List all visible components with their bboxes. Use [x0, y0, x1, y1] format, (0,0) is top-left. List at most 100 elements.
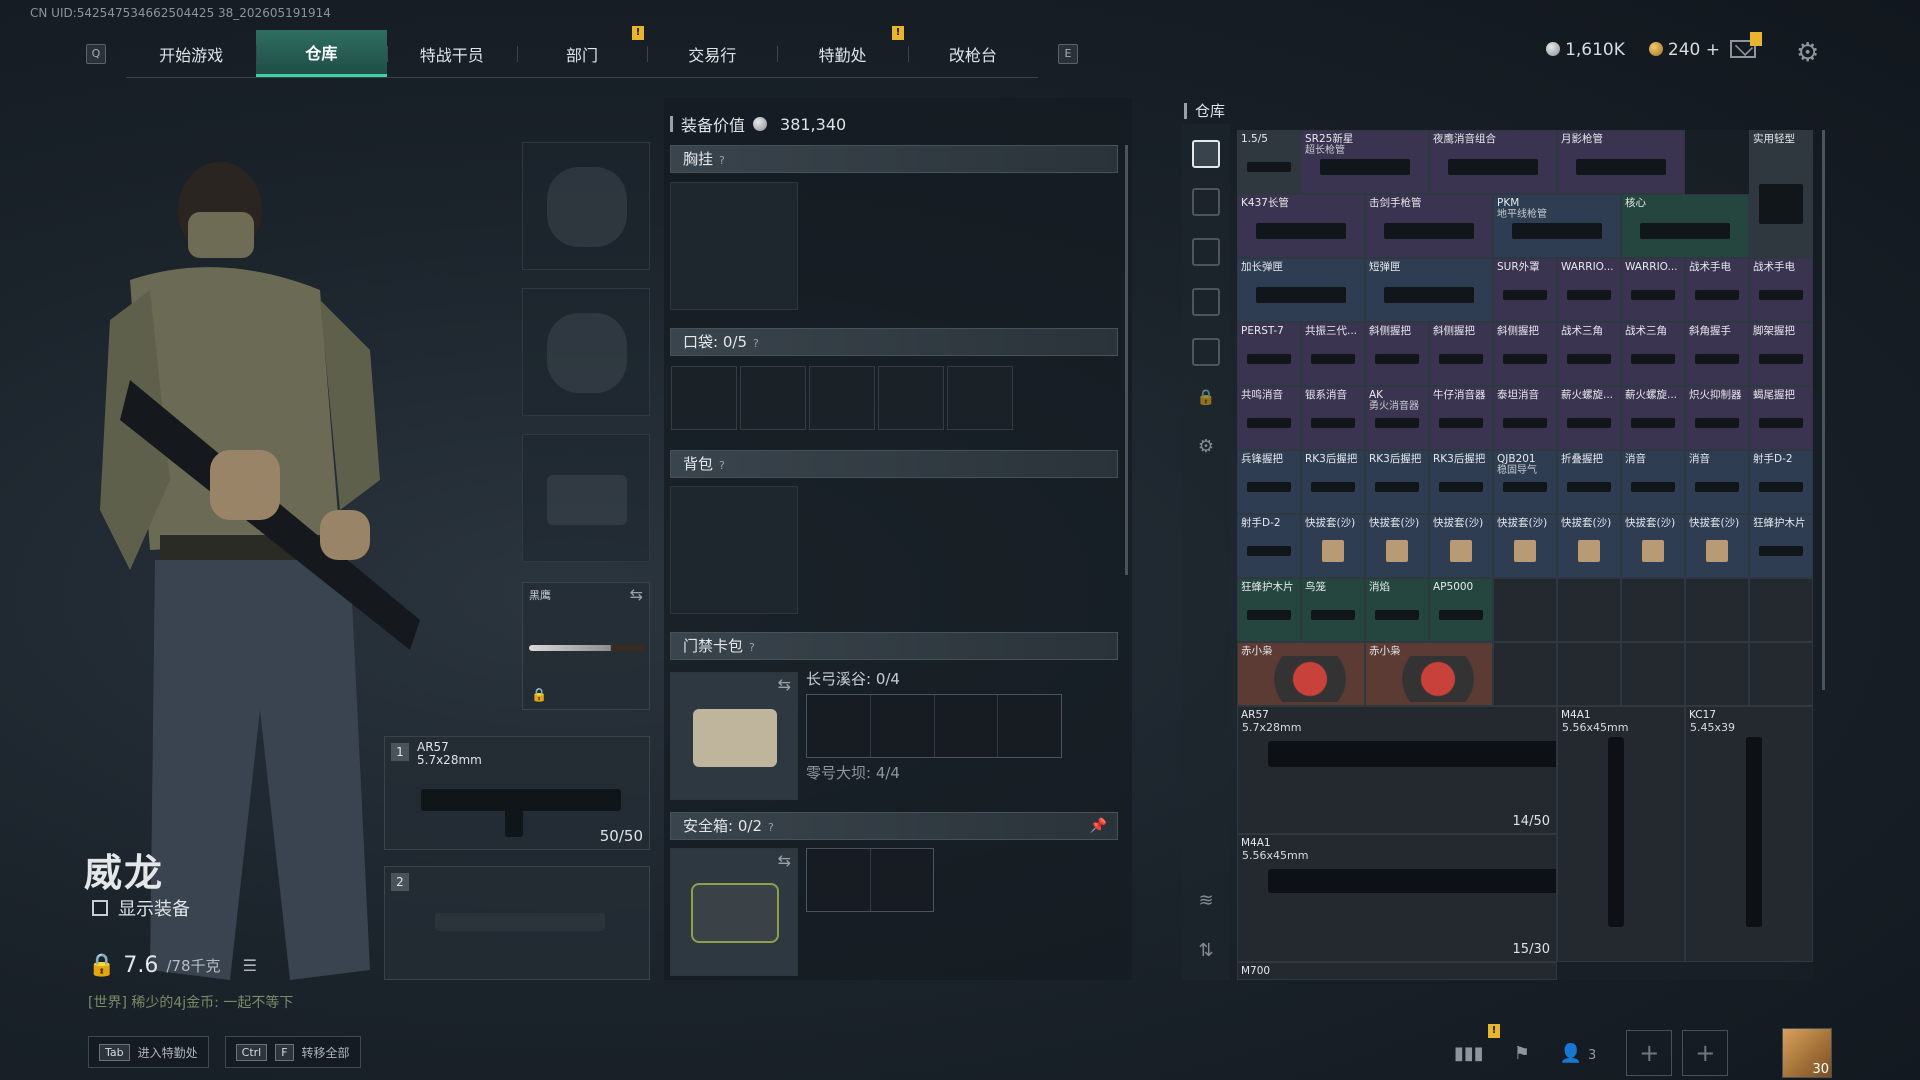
warehouse-item[interactable]: SUR外罩	[1493, 258, 1557, 322]
warehouse-weapon[interactable]: AR57 5.7x28mm 14/50	[1237, 706, 1557, 834]
warehouse-item[interactable]: 蝎尾握把	[1749, 386, 1813, 450]
swap-icon[interactable]: ⇆	[778, 851, 791, 870]
consumables-category-icon[interactable]	[1192, 338, 1220, 366]
add-squad-slot-button[interactable]: +	[1626, 1030, 1673, 1076]
layers-icon[interactable]: ≋	[1192, 890, 1220, 918]
warehouse-item[interactable]: 薪火螺旋...	[1621, 386, 1685, 450]
warehouse-weapon[interactable]: M4A1 5.56x45mm 15/30	[1237, 834, 1557, 962]
keycard-grid-a[interactable]	[806, 694, 1062, 758]
empty-warehouse-cell[interactable]	[1621, 642, 1685, 706]
warehouse-item[interactable]: 赤小枭	[1237, 642, 1365, 706]
warehouse-item[interactable]: 共振三代...	[1301, 322, 1365, 386]
empty-warehouse-cell[interactable]	[1685, 578, 1749, 642]
attachments-category-icon[interactable]	[1192, 238, 1220, 266]
warehouse-item[interactable]: RK3后握把	[1301, 450, 1365, 514]
warehouse-item[interactable]: 加长弹匣	[1237, 258, 1365, 322]
warehouse-item[interactable]: WARRIO...	[1557, 258, 1621, 322]
warehouse-item[interactable]: 战术三角	[1621, 322, 1685, 386]
warehouse-item[interactable]: 斜侧握把	[1493, 322, 1557, 386]
pistol-slot[interactable]	[522, 434, 650, 562]
pocket-slot[interactable]	[947, 366, 1013, 430]
warehouse-item[interactable]: 斜侧握把	[1429, 322, 1493, 386]
warehouse-weapon[interactable]: M700	[1237, 962, 1557, 980]
empty-warehouse-cell[interactable]	[1749, 578, 1813, 642]
backpack-slot[interactable]	[670, 486, 798, 614]
swap-icon[interactable]: ⇆	[630, 585, 643, 604]
world-chat-line[interactable]: [世界] 稀少的4j金币: 一起不等下	[88, 992, 293, 1012]
empty-warehouse-cell[interactable]	[1557, 578, 1621, 642]
safebox-slot[interactable]: ⇆	[670, 848, 798, 976]
gear-icon[interactable]: ⚙	[1796, 38, 1819, 68]
settings-category-icon[interactable]: ⚙	[1192, 436, 1220, 464]
warehouse-item[interactable]: 月影枪管	[1557, 130, 1685, 194]
tab-start-game[interactable]: 开始游戏	[126, 30, 256, 77]
primary-weapon-slot-2[interactable]: 2	[384, 866, 650, 980]
show-equipment-toggle[interactable]: 显示装备	[92, 895, 190, 921]
warehouse-item[interactable]: PKM 地平线枪管	[1493, 194, 1621, 258]
add-gold-button[interactable]: +	[1706, 40, 1720, 60]
tab-gunsmith[interactable]: 改枪台	[907, 30, 1038, 77]
warehouse-item[interactable]: 牛仔消音器	[1429, 386, 1493, 450]
warehouse-item[interactable]: 赤小枭	[1365, 642, 1493, 706]
pocket-slot[interactable]	[878, 366, 944, 430]
empty-warehouse-cell[interactable]	[1493, 578, 1557, 642]
warehouse-item[interactable]: SR25新星 超长枪管	[1301, 130, 1429, 194]
warehouse-item[interactable]: RK3后握把	[1365, 450, 1429, 514]
warehouse-item[interactable]: 脚架握把	[1749, 322, 1813, 386]
armor-slot[interactable]	[522, 288, 650, 416]
warehouse-item[interactable]: 折叠握把	[1557, 450, 1621, 514]
warehouse-item[interactable]: 战术三角	[1557, 322, 1621, 386]
help-icon[interactable]: ?	[749, 635, 755, 661]
warehouse-item[interactable]: 短弹匣	[1365, 258, 1493, 322]
warehouse-item[interactable]: 消焰	[1365, 578, 1429, 642]
swap-icon[interactable]: ⇆	[778, 675, 791, 694]
chest-rig-slot[interactable]	[670, 182, 798, 310]
warehouse-item[interactable]: RK3后握把	[1429, 450, 1493, 514]
warehouse-item[interactable]: 狂蜂护木片	[1749, 514, 1813, 578]
warehouse-item[interactable]: 快拔套(沙)	[1685, 514, 1749, 578]
warehouse-item[interactable]: 击剑手枪管	[1365, 194, 1493, 258]
help-icon[interactable]: ?	[753, 331, 759, 357]
warehouse-item[interactable]: 快拔套(沙)	[1557, 514, 1621, 578]
warehouse-item[interactable]: K437长管	[1237, 194, 1365, 258]
helmet-slot[interactable]	[522, 142, 650, 270]
warehouse-item[interactable]: 共鸣消音	[1237, 386, 1301, 450]
primary-weapon-slot-1[interactable]: 1 AR57 5.7x28mm 50/50	[384, 736, 650, 850]
warehouse-item[interactable]: 炽火抑制器	[1685, 386, 1749, 450]
show-equipment-checkbox[interactable]	[92, 900, 108, 916]
tab-warehouse[interactable]: 仓库	[256, 30, 387, 77]
help-icon[interactable]: ?	[719, 148, 725, 174]
prev-tab-key[interactable]: Q	[86, 44, 106, 64]
safebox-grid[interactable]	[806, 848, 934, 912]
tab-special-ops[interactable]: 特勤处	[777, 30, 907, 77]
warehouse-item[interactable]: 射手D-2	[1237, 514, 1301, 578]
warehouse-item[interactable]: 射手D-2	[1749, 450, 1813, 514]
stats-icon[interactable]: ▮▮▮	[1454, 1043, 1484, 1064]
weapons-category-icon[interactable]	[1192, 188, 1220, 216]
melee-slot[interactable]: 黑鹰 ⇆ 🔒	[522, 582, 650, 710]
warehouse-item[interactable]: 快拔套(沙)	[1621, 514, 1685, 578]
warehouse-item[interactable]: AK 勇火消音器	[1365, 386, 1429, 450]
warehouse-item[interactable]: 兵锋握把	[1237, 450, 1301, 514]
empty-warehouse-cell[interactable]	[1621, 578, 1685, 642]
empty-warehouse-cell[interactable]	[1493, 642, 1557, 706]
warehouse-weapon[interactable]: KC17 5.45x39	[1685, 706, 1813, 962]
warehouse-item[interactable]: 银系消音	[1301, 386, 1365, 450]
warehouse-item[interactable]: AP5000	[1429, 578, 1493, 642]
help-icon[interactable]: ?	[768, 815, 774, 841]
warehouse-item[interactable]: 核心	[1621, 194, 1749, 258]
warehouse-item[interactable]: 快拔套(沙)	[1493, 514, 1557, 578]
pocket-slot[interactable]	[809, 366, 875, 430]
warehouse-item[interactable]: 战术手电	[1749, 258, 1813, 322]
warehouse-item[interactable]: 斜角握手	[1685, 322, 1749, 386]
tab-trading[interactable]: 交易行	[647, 30, 777, 77]
transfer-all-hotkey[interactable]: Ctrl F 转移全部	[224, 1036, 361, 1068]
warehouse-item[interactable]: 狂蜂护木片	[1237, 578, 1301, 642]
warehouse-item[interactable]: 夜鹰消音组合	[1429, 130, 1557, 194]
add-squad-slot-button[interactable]: +	[1682, 1030, 1729, 1076]
flag-icon[interactable]: ⚑	[1514, 1043, 1530, 1064]
pocket-slot[interactable]	[740, 366, 806, 430]
warehouse-item[interactable]: 快拔套(沙)	[1365, 514, 1429, 578]
warehouse-item[interactable]: 消音	[1685, 450, 1749, 514]
friends-button[interactable]: 👤 3	[1560, 1043, 1596, 1064]
